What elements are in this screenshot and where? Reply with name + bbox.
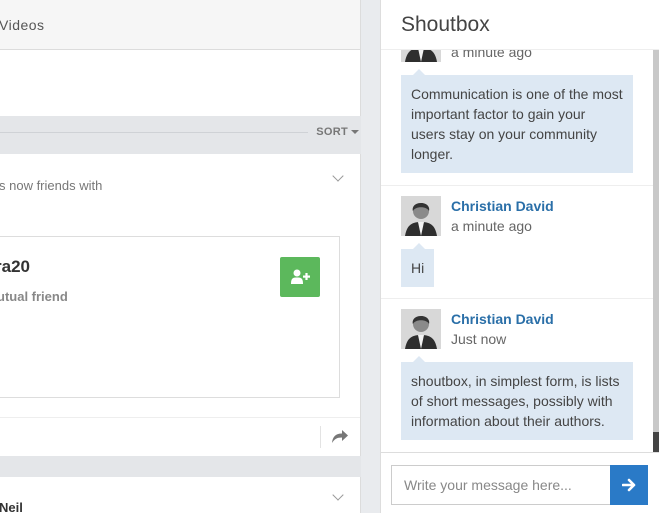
shout-message: a minute ago Communication is one of the… [381, 50, 654, 186]
shout-message: Christian David a minute ago Hi [381, 186, 654, 299]
tab-videos[interactable]: Videos [0, 17, 45, 33]
divider [320, 426, 321, 448]
activity-author[interactable]: Neil [0, 500, 23, 513]
shout-author[interactable]: Christian David [451, 198, 554, 214]
avatar[interactable] [401, 196, 441, 236]
sort-bar: SORT [0, 116, 361, 154]
shoutbox-messages[interactable]: a minute ago Communication is one of the… [381, 50, 659, 452]
shout-author[interactable]: Christian David [451, 311, 554, 327]
activity-feed: Videos SORT s now friends with ra20 utua… [0, 0, 361, 513]
shoutbox-header: Shoutbox [381, 0, 659, 50]
avatar[interactable] [401, 309, 441, 349]
shout-message: Christian David Just now shoutbox, in si… [381, 299, 654, 452]
share-icon[interactable] [332, 430, 348, 443]
mutual-friends-text: utual friend [0, 289, 68, 304]
friend-card: ra20 utual friend [0, 236, 340, 398]
activity-text: s now friends with [0, 178, 103, 193]
feed-tabs-bar: Videos [0, 0, 361, 50]
friend-username[interactable]: ra20 [0, 257, 30, 277]
shout-bubble: shoutbox, in simplest form, is lists of … [401, 356, 633, 440]
shout-time: Just now [451, 331, 507, 347]
shout-message-input[interactable] [391, 465, 611, 505]
activity-card: Neil [0, 477, 361, 513]
scrollbar-thumb[interactable] [653, 432, 659, 452]
card-footer [0, 417, 360, 456]
add-friend-button[interactable] [280, 257, 320, 297]
avatar[interactable] [401, 50, 441, 62]
shout-time: a minute ago [451, 218, 532, 234]
scrollbar[interactable] [653, 50, 659, 452]
sort-dropdown[interactable]: SORT [316, 126, 359, 138]
shoutbox-panel: Shoutbox a minute ago Communication is o… [380, 0, 659, 513]
chevron-down-icon[interactable] [332, 489, 344, 501]
chevron-down-icon[interactable] [332, 170, 344, 182]
divider [0, 132, 308, 133]
arrow-right-icon [622, 478, 636, 492]
activity-card: s now friends with ra20 utual friend [0, 154, 361, 456]
shoutbox-title: Shoutbox [401, 13, 490, 36]
status-composer[interactable] [0, 50, 361, 116]
sort-label: SORT [316, 126, 348, 138]
caret-down-icon [351, 130, 359, 135]
shout-bubble: Hi [401, 243, 435, 287]
send-button[interactable] [610, 465, 648, 505]
shout-bubble: Communication is one of the most importa… [401, 69, 633, 173]
shout-time: a minute ago [451, 50, 532, 60]
shout-compose [381, 452, 659, 513]
user-plus-icon [291, 269, 310, 284]
